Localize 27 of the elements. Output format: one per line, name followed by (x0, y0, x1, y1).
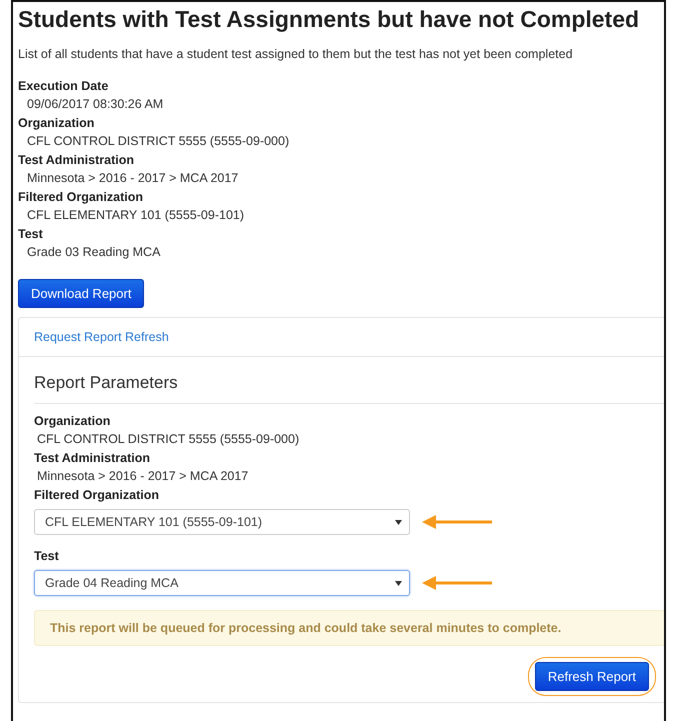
field-label: Test Administration (18, 152, 135, 169)
field-label: Filtered Organization (18, 189, 144, 206)
field-value: CFL ELEMENTARY 101 (5555-09-101) (26, 207, 246, 224)
caret-icon (395, 520, 402, 524)
field-label: Test (18, 226, 44, 243)
field-value: 09/06/2017 08:30:26 AM (26, 96, 164, 113)
field-value: Grade 03 Reading MCA (26, 244, 162, 261)
notice-banner: This report will be queued for processing and could take several minutes to complete. (34, 610, 664, 646)
field-label: Execution Date (18, 78, 110, 95)
refresh-report-button[interactable]: Refresh Report (534, 662, 649, 691)
description: List of all students that have a student test assigned to them but the test has not yet been completed (18, 47, 574, 61)
download-report-button[interactable]: Download Report (18, 279, 144, 308)
caret-icon (395, 580, 402, 586)
field-label: Organization (34, 413, 112, 430)
field-value: CFL CONTROL DISTRICT 5555 (5555-09-000) (26, 133, 290, 150)
select-field[interactable]: Grade 04 Reading MCA (34, 570, 410, 596)
request-refresh-link[interactable]: Request Report Refresh (34, 330, 169, 344)
section-heading: Report Parameters (34, 373, 664, 404)
field-value: Minnesota > 2016 - 2017 > MCA 2017 (36, 468, 250, 485)
page-title: Students with Test Assignments but have not Completed (18, 6, 640, 33)
field-label: Filtered Organization (34, 487, 160, 504)
field-value: Minnesota > 2016 - 2017 > MCA 2017 (26, 170, 240, 187)
field-label: Test (34, 548, 60, 565)
field-label: Test Administration (34, 450, 151, 467)
select-field[interactable]: CFL ELEMENTARY 101 (5555-09-101) (34, 509, 410, 535)
field-value: CFL CONTROL DISTRICT 5555 (5555-09-000) (36, 431, 300, 448)
field-label: Organization (18, 115, 96, 132)
